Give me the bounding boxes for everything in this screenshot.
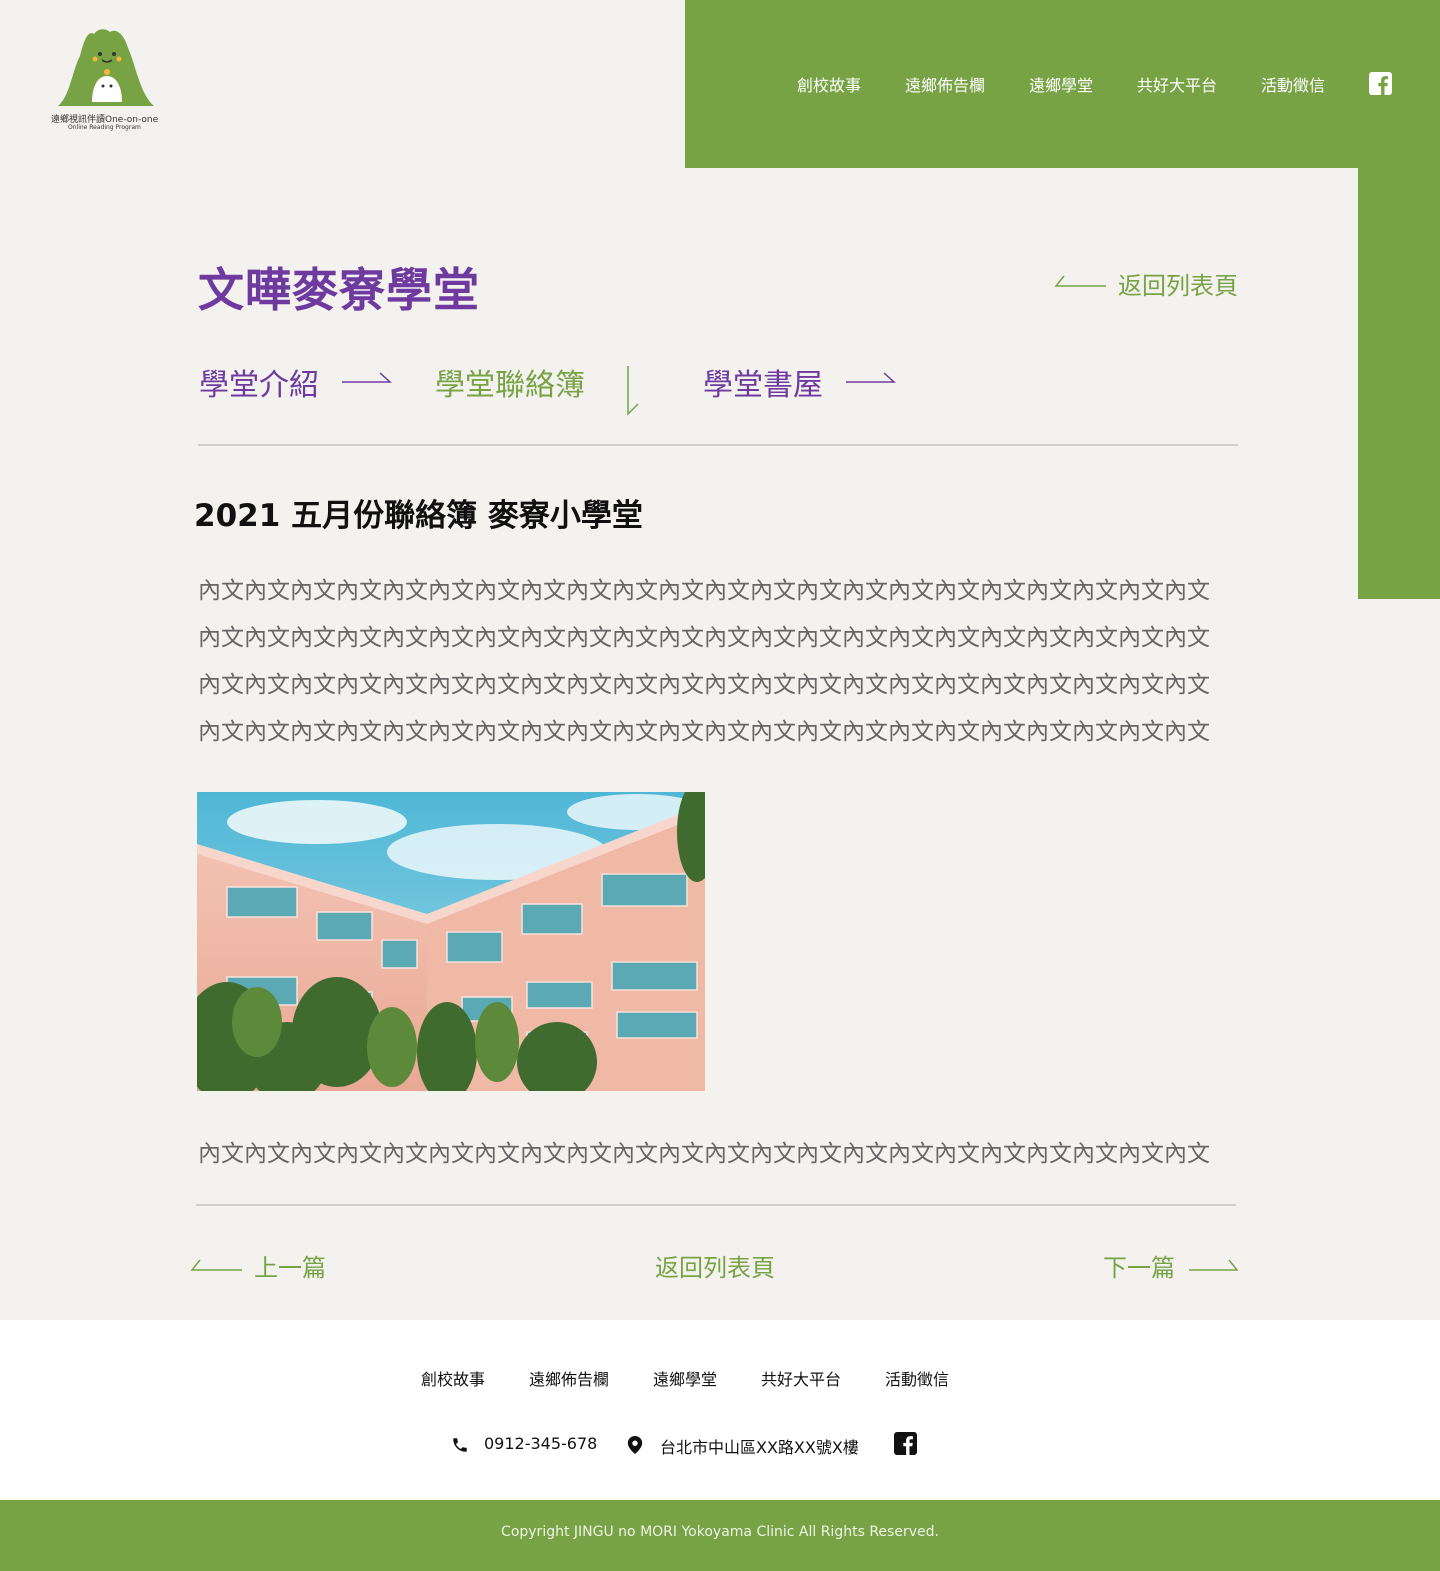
paragraph-line: 內文內文內文內文內文內文內文內文內文內文內文內文內文內文內文內文內文內文內文內文… (198, 625, 1210, 651)
back-to-list-label: 返回列表頁 (1118, 272, 1238, 300)
paragraph-line: 內文內文內文內文內文內文內文內文內文內文內文內文內文內文內文內文內文內文內文內文… (198, 578, 1210, 604)
paragraph-line: 內文內文內文內文內文內文內文內文內文內文內文內文內文內文內文內文內文內文內文內文… (198, 719, 1210, 745)
arrow-down-icon (627, 366, 639, 416)
arrow-right-icon (1189, 1259, 1239, 1271)
footer-nav-platform[interactable]: 共好大平台 (761, 1366, 841, 1390)
footer-nav-school[interactable]: 遠鄉學堂 (653, 1366, 717, 1390)
pager-divider (196, 1204, 1236, 1206)
mascot-mountain-icon (58, 29, 154, 106)
page-title: 文曄麥寮學堂 (198, 263, 480, 317)
arrow-left-icon (190, 1259, 242, 1271)
footer-address: 台北市中山區XX路XX號X樓 (660, 1438, 859, 1457)
next-post-link[interactable]: 下一篇 (1103, 1248, 1243, 1282)
copyright-text: Copyright JINGU no MORI Yokoyama Clinic … (501, 1524, 939, 1540)
footer-nav-bulletin[interactable]: 遠鄉佈告欄 (529, 1366, 609, 1390)
footer-nav-founding-story[interactable]: 創校故事 (421, 1366, 485, 1390)
tab-school-intro[interactable]: 學堂介紹 (199, 360, 319, 404)
arrow-left-icon (1054, 275, 1106, 287)
facebook-icon[interactable] (1369, 72, 1392, 95)
section-divider (198, 444, 1238, 446)
tab-contact-book[interactable]: 學堂聯絡簿 (435, 360, 585, 404)
arrow-right-icon (342, 372, 392, 383)
footer-phone[interactable]: 0912-345-678 (484, 1434, 597, 1453)
post-paragraph-after: 內文內文內文內文內文內文內文內文內文內文內文內文內文內文內文內文內文內文內文內文… (198, 1131, 1258, 1178)
nav-item-founding-story[interactable]: 創校故事 (797, 72, 861, 96)
nav-item-bulletin[interactable]: 遠鄉佈告欄 (905, 72, 985, 96)
post-photo-school-building (197, 792, 705, 1091)
footer (0, 1320, 1440, 1500)
back-to-list-bottom-link[interactable]: 返回列表頁 (655, 1248, 785, 1282)
footer-nav-donations[interactable]: 活動徵信 (885, 1366, 949, 1390)
facebook-icon[interactable] (894, 1432, 917, 1455)
paragraph-line: 內文內文內文內文內文內文內文內文內文內文內文內文內文內文內文內文內文內文內文內文… (198, 1141, 1210, 1167)
post-title: 2021 五月份聯絡簿 麥寮小學堂 (194, 498, 643, 534)
location-pin-icon (627, 1436, 643, 1454)
nav-item-school[interactable]: 遠鄉學堂 (1029, 72, 1093, 96)
prev-post-label: 上一篇 (254, 1254, 326, 1282)
phone-icon (453, 1438, 467, 1452)
nav-item-platform[interactable]: 共好大平台 (1137, 72, 1217, 96)
paragraph-line: 內文內文內文內文內文內文內文內文內文內文內文內文內文內文內文內文內文內文內文內文… (198, 672, 1210, 698)
next-post-label: 下一篇 (1103, 1254, 1175, 1282)
arrow-right-icon (846, 372, 896, 383)
tab-bookhouse[interactable]: 學堂書屋 (703, 360, 823, 404)
logo-subtext: Online Reading Program (68, 124, 141, 131)
post-paragraph: 內文內文內文內文內文內文內文內文內文內文內文內文內文內文內文內文內文內文內文內文… (198, 568, 1258, 756)
decorative-green-strip (1358, 168, 1440, 599)
back-to-list-bottom-label: 返回列表頁 (655, 1254, 775, 1282)
prev-post-link[interactable]: 上一篇 (190, 1248, 330, 1282)
nav-item-donations[interactable]: 活動徵信 (1261, 72, 1325, 96)
